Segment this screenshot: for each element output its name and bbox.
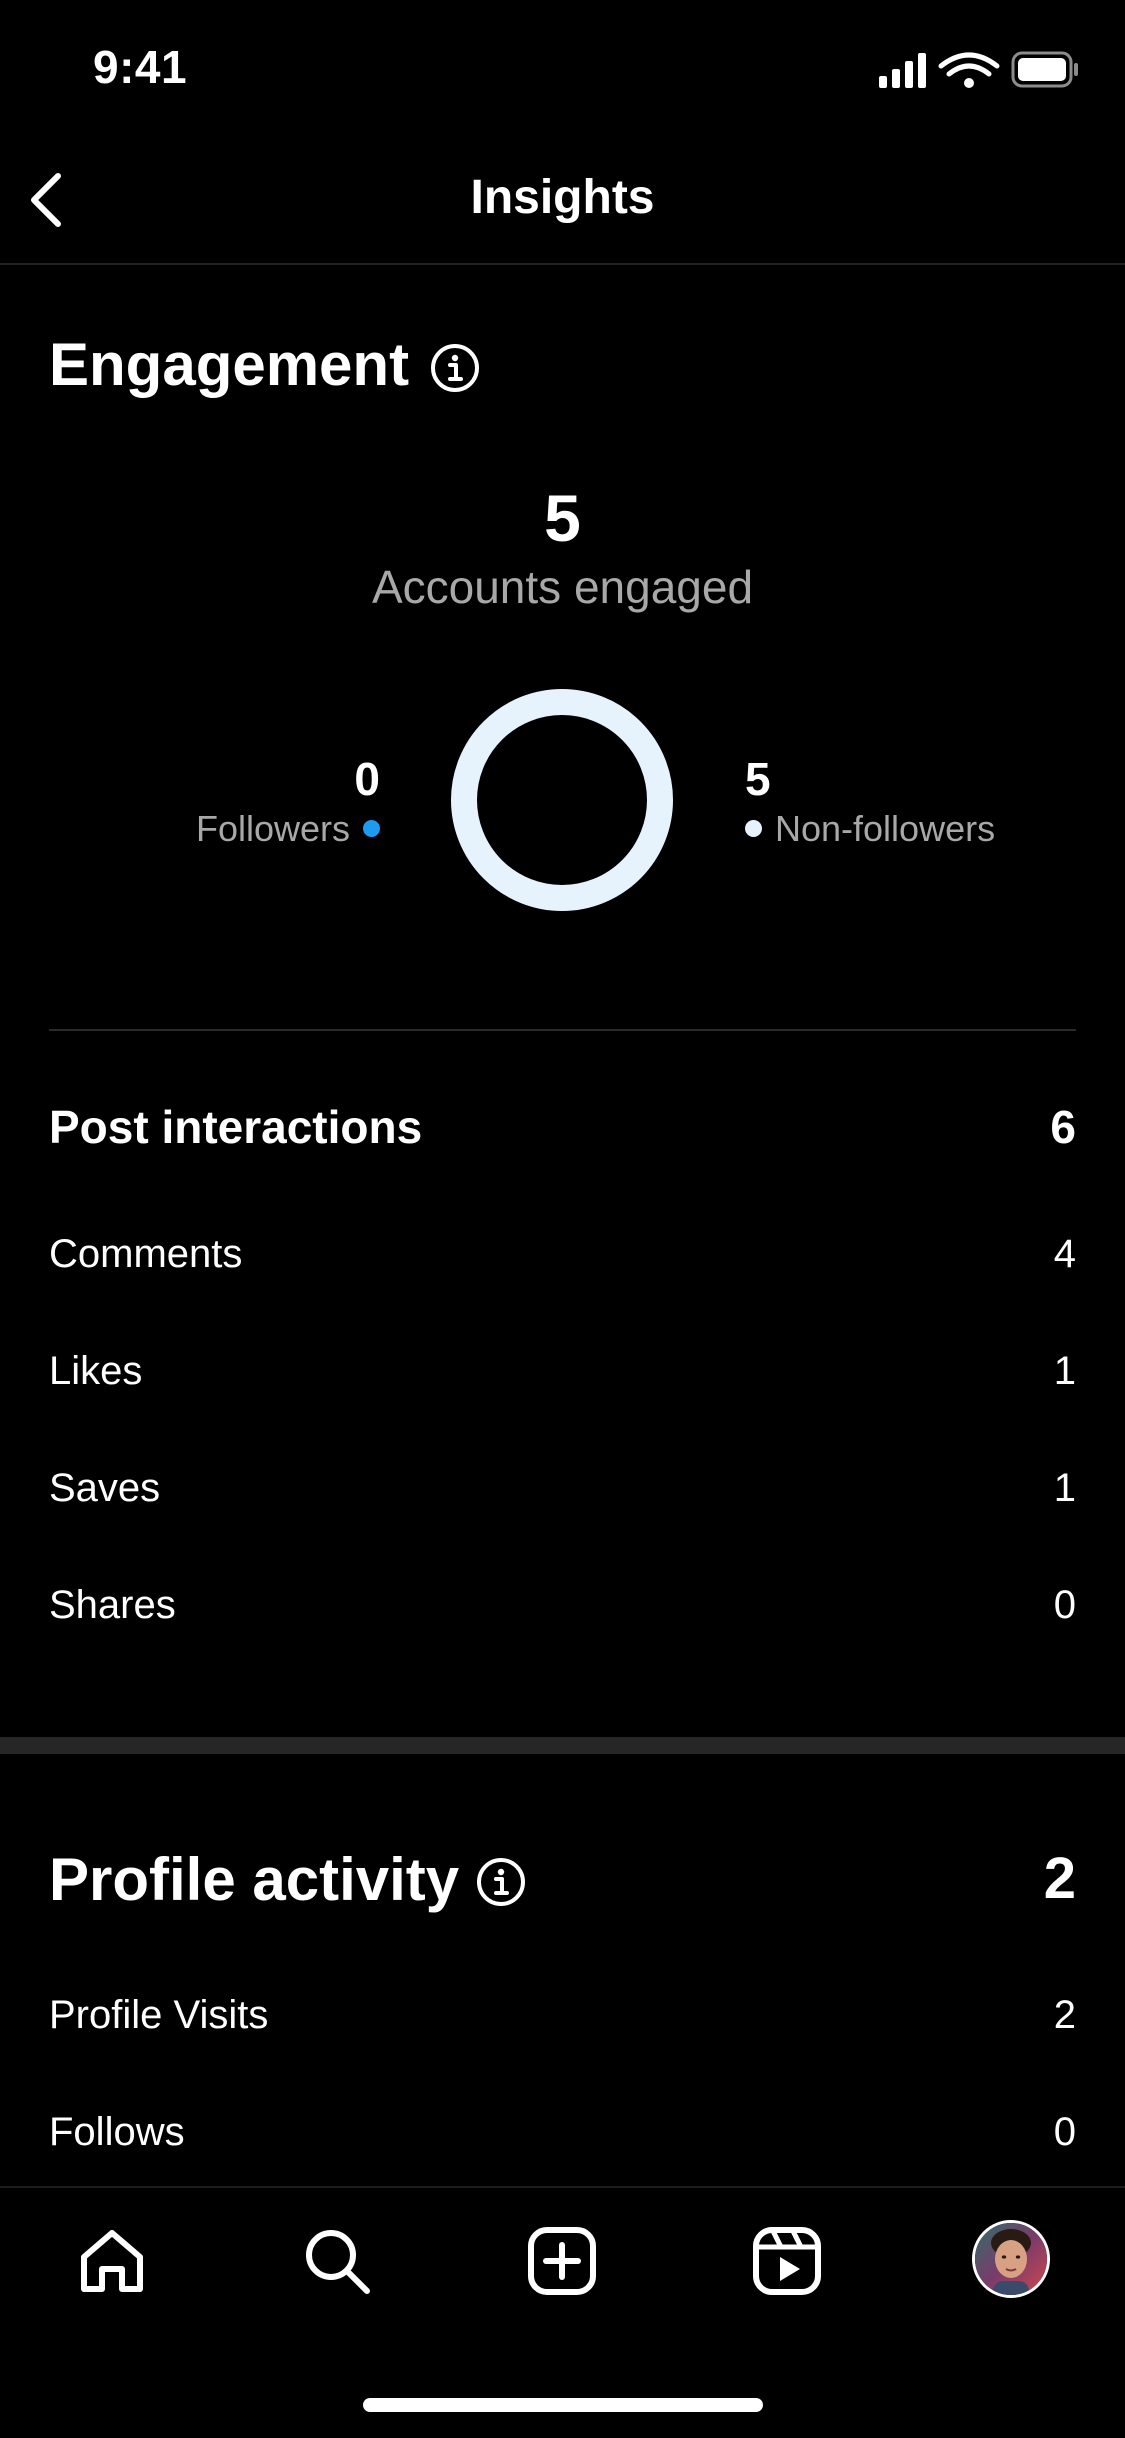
list-item-label: Follows xyxy=(49,2110,185,2154)
avatar-image xyxy=(975,2223,1047,2295)
section-separator xyxy=(0,1737,1125,1754)
list-item-label: Likes xyxy=(49,1349,143,1393)
profile-activity-title[interactable]: Profile activity xyxy=(49,1845,459,1914)
list-item-value: 0 xyxy=(1053,1583,1076,1627)
accounts-engaged-label: Accounts engaged xyxy=(371,561,754,613)
followers-count: 0 xyxy=(354,753,380,805)
wifi-icon xyxy=(938,52,1000,77)
info-icon[interactable] xyxy=(429,342,481,394)
list-item-label: Comments xyxy=(49,1232,243,1276)
info-icon[interactable] xyxy=(475,1856,527,1908)
list-item-value: 1 xyxy=(1053,1349,1076,1393)
list-item-value: 0 xyxy=(1053,2110,1076,2154)
engagement-donut-chart xyxy=(451,689,673,911)
followers-legend-dot xyxy=(363,820,380,837)
engagement-title: Engagement xyxy=(49,331,410,398)
non-followers-count: 5 xyxy=(745,753,771,805)
accounts-engaged-count: 5 xyxy=(544,481,581,555)
status-time: 9:41 xyxy=(93,41,188,93)
header-divider xyxy=(0,263,1125,265)
list-item-value: 2 xyxy=(1053,1993,1076,2037)
list-item-label: Saves xyxy=(49,1466,161,1510)
status-icons xyxy=(879,51,1078,88)
battery-icon xyxy=(1011,51,1078,88)
signal-icon xyxy=(879,53,926,88)
non-followers-label: Non-followers xyxy=(775,808,996,849)
search-icon[interactable] xyxy=(301,2225,373,2297)
reels-icon[interactable] xyxy=(751,2225,823,2297)
post-interactions-total: 6 xyxy=(1050,1101,1076,1153)
list-item-value: 1 xyxy=(1053,1466,1076,1510)
wifi-dot xyxy=(964,78,974,88)
profile-avatar[interactable] xyxy=(972,2220,1050,2298)
page-title: Insights xyxy=(470,171,655,224)
list-item-label: Profile Visits xyxy=(49,1993,269,2037)
create-icon[interactable] xyxy=(526,2225,598,2297)
home-indicator xyxy=(363,2398,763,2412)
post-interactions-title[interactable]: Post interactions xyxy=(49,1100,422,1154)
donut-segment-non-followers xyxy=(451,689,673,911)
non-followers-legend-dot xyxy=(745,820,762,837)
profile-activity-total: 2 xyxy=(1043,1846,1076,1911)
list-item-label: Shares xyxy=(49,1583,176,1627)
home-icon[interactable] xyxy=(76,2225,148,2297)
list-item-value: 4 xyxy=(1053,1232,1076,1276)
followers-label: Followers xyxy=(195,808,350,849)
section-divider xyxy=(49,1029,1076,1031)
